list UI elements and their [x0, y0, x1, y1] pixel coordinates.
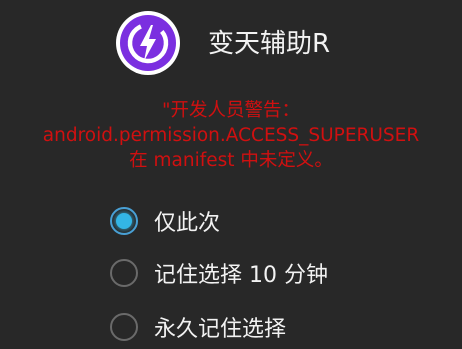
option-remember-forever-label: 永久记住选择 [154, 317, 287, 342]
lightning-bolt-icon [127, 22, 169, 64]
option-once-label: 仅此次 [154, 211, 221, 236]
option-remember-10-min-label: 记住选择 10 分钟 [154, 263, 328, 288]
option-remember-forever[interactable]: 永久记住选择 [110, 309, 286, 345]
warning-line-1: "开发人员警告： [161, 100, 300, 121]
app-icon [116, 11, 180, 75]
option-once[interactable]: 仅此次 [110, 203, 220, 239]
radio-remember-10-min[interactable] [110, 259, 138, 287]
radio-once[interactable] [110, 207, 138, 235]
radio-remember-forever[interactable] [110, 313, 138, 341]
app-title: 变天辅助R [208, 29, 331, 59]
option-remember-10-min[interactable]: 记住选择 10 分钟 [110, 255, 328, 291]
superuser-permission-dialog: 变天辅助R "开发人员警告： android.permission.ACCESS… [0, 0, 462, 349]
warning-line-3: 在 manifest 中未定义。 [129, 150, 333, 171]
warning-line-2: android.permission.ACCESS_SUPERUSER [42, 125, 420, 146]
developer-warning: "开发人员警告： android.permission.ACCESS_SUPER… [0, 98, 462, 173]
